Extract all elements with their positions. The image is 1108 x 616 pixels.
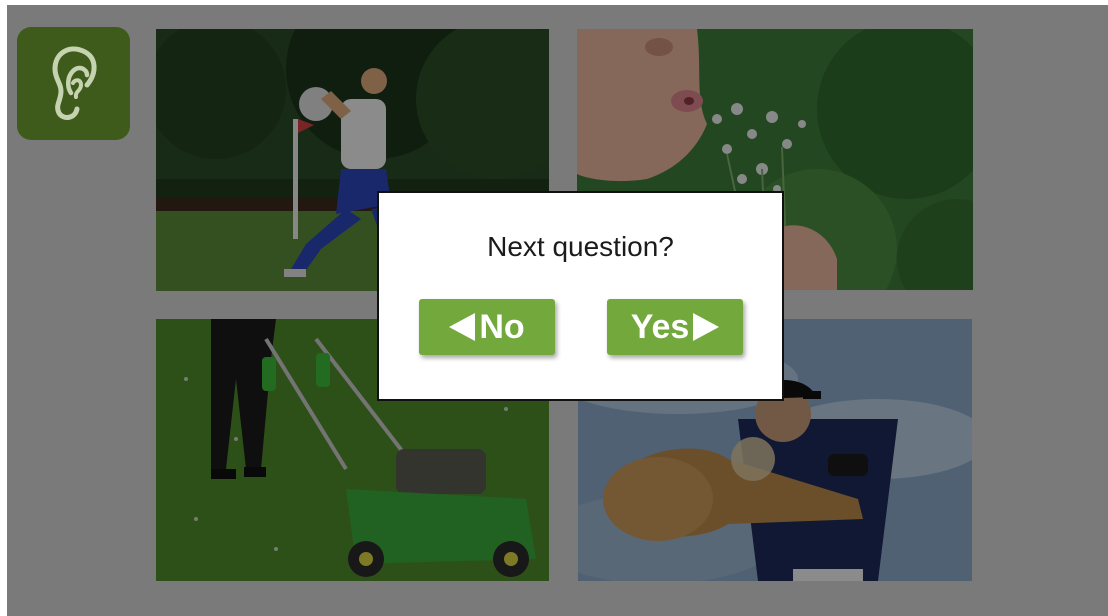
- yes-button-label: Yes: [630, 307, 690, 346]
- arrow-right-icon: [693, 313, 720, 341]
- exercise-stage: Next question? No Yes: [7, 5, 1108, 616]
- ear-icon: [51, 46, 96, 120]
- audio-replay-button[interactable]: [17, 27, 130, 140]
- yes-button[interactable]: Yes: [607, 299, 743, 355]
- dialog-title: Next question?: [487, 231, 674, 262]
- no-button-label: No: [479, 307, 525, 346]
- next-question-dialog: Next question? No Yes: [377, 191, 784, 401]
- no-button[interactable]: No: [419, 299, 555, 355]
- arrow-left-icon: [449, 313, 476, 341]
